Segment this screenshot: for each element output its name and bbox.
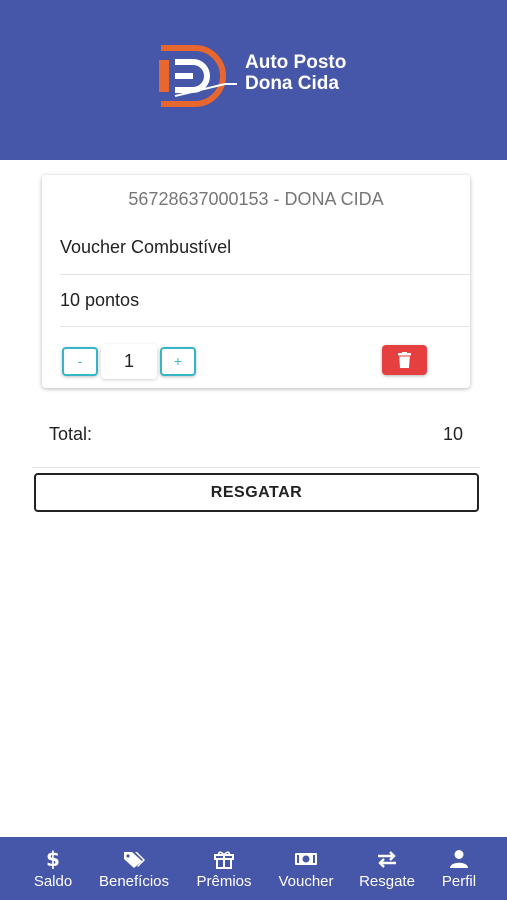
- trash-icon: [398, 352, 411, 368]
- brand-line-1: Auto Posto: [245, 52, 347, 73]
- brand-logo: Auto Posto Dona Cida: [155, 44, 360, 110]
- user-icon: [450, 850, 468, 868]
- nav-label: Saldo: [33, 873, 73, 890]
- brand-line-2: Dona Cida: [245, 73, 339, 94]
- svg-text:$: $: [46, 849, 60, 869]
- bottom-navigation: $ Saldo Benefícios Prêmios Voucher Resga…: [0, 837, 507, 900]
- points-value: 10 pontos: [60, 290, 140, 310]
- merchant-title: 56728637000153 - DONA CIDA: [128, 189, 384, 209]
- exchange-icon: [378, 851, 396, 868]
- brand-name: Auto Posto Dona Cida: [245, 52, 346, 94]
- nav-item-beneficios[interactable]: Benefícios: [94, 837, 174, 900]
- tags-icon: [124, 852, 145, 868]
- nav-item-resgate[interactable]: Resgate: [354, 837, 420, 900]
- nav-item-voucher[interactable]: Voucher: [272, 837, 340, 900]
- redeem-button[interactable]: RESGATAR: [34, 473, 479, 512]
- logo-mark-icon: [159, 45, 237, 107]
- nav-item-saldo[interactable]: $ Saldo: [18, 837, 88, 900]
- total-value: 10: [442, 424, 463, 444]
- app-header: Auto Posto Dona Cida: [0, 0, 507, 160]
- nav-item-perfil[interactable]: Perfil: [434, 837, 484, 900]
- nav-label: Resgate: [359, 873, 415, 890]
- gift-icon: [214, 851, 234, 869]
- cart-item-card: 56728637000153 - DONA CIDA Voucher Combu…: [42, 175, 470, 388]
- nav-item-premios[interactable]: Prêmios: [188, 837, 260, 900]
- nav-label: Voucher: [278, 873, 334, 890]
- product-name: Voucher Combustível: [60, 237, 232, 257]
- points-row: 10 pontos: [60, 288, 470, 327]
- nav-label: Benefícios: [98, 873, 170, 890]
- nav-label: Perfil: [441, 873, 477, 890]
- quantity-value[interactable]: 1: [101, 344, 157, 379]
- decrease-quantity-button[interactable]: -: [62, 347, 98, 376]
- money-bill-icon: [295, 853, 317, 865]
- product-row: Voucher Combustível: [60, 235, 470, 275]
- delete-item-button[interactable]: [382, 345, 427, 375]
- dollar-icon: $: [46, 849, 60, 869]
- total-label: Total:: [49, 424, 93, 444]
- nav-label: Prêmios: [196, 873, 252, 890]
- divider: [32, 467, 480, 468]
- increase-quantity-button[interactable]: +: [160, 347, 196, 376]
